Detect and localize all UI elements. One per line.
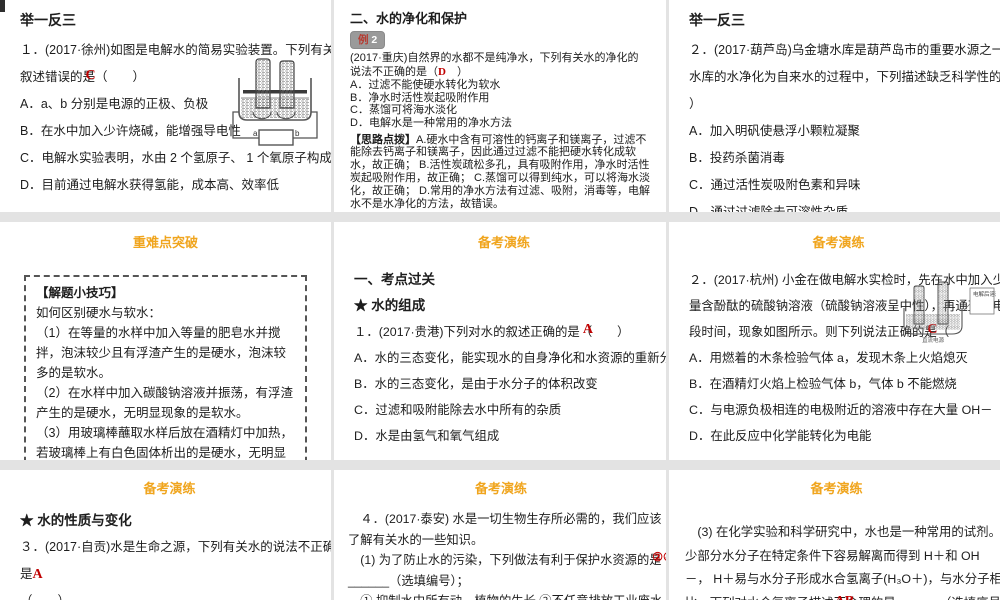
- electrolysis-apparatus-diagram: a b: [229, 52, 321, 153]
- analysis-paragraph: 【思路点拨】A.硬水中含有可溶性的钙离子和镁离子，过滤不能除去钙离子和镁离子，因…: [350, 133, 651, 211]
- panel1-heading: 举一反三: [20, 12, 76, 28]
- question-line: ３．(2017·自贡)水是生命之源，下列有关水的说法不正确的: [20, 540, 331, 554]
- slide-grid: 举一反三 １．(2017·徐州)如图是电解水的简易实验装置。下列有关 叙述错误的…: [0, 0, 1000, 600]
- tip-item: （3）用玻璃棒蘸取水样后放在酒精灯中加热，若玻璃棒上有白色固体析出的是硬水，无明…: [36, 426, 293, 460]
- panel9-content: (3) 在化学实验和科学研究中，水也是一种常用的试剂。极 少部分水分子在特定条件…: [685, 521, 1000, 600]
- slide-panel-1: 举一反三 １．(2017·徐州)如图是电解水的简易实验装置。下列有关 叙述错误的…: [0, 0, 331, 212]
- section-heading: 备考演练: [812, 235, 865, 250]
- tip-intro: 如何区别硬水与软水：: [36, 306, 162, 320]
- slide-panel-3: 举一反三 ２．(2017·葫芦岛)乌金塘水库是葫芦岛市的重要水源之一，将 水库的…: [669, 0, 1000, 212]
- question-line: ４．(2017·泰安) 水是一切生物生存所必需的，我们应该: [348, 512, 662, 526]
- question-line: ２．(2017·葫芦岛)乌金塘水库是葫芦岛市的重要水源之一，将: [689, 43, 1000, 57]
- option-c: C．蒸馏可将海水淡化: [350, 104, 457, 117]
- option-b: B．水的三态变化，是由于水分子的体积改变: [354, 377, 598, 391]
- question-line: ① 抑制水中所有动、植物的生长 ②不任意排放工业废水: [348, 591, 662, 600]
- question-line: 是A: [20, 567, 43, 582]
- question-line: 水库的水净化为自来水的过程中，下列描述缺乏科学性的是（D: [689, 70, 1000, 84]
- question-line: (3) 在化学实验和科学研究中，水也是一种常用的试剂。极: [685, 525, 1000, 539]
- analysis-label: 【思路点拨】: [350, 133, 416, 146]
- answer-mark: A: [582, 322, 593, 337]
- question-line: （ ）: [20, 588, 319, 600]
- slide-panel-7: 备考演练 ★ 水的性质与变化 ３．(2017·自贡)水是生命之源，下列有关水的说…: [0, 470, 331, 600]
- panel2-heading: 二、水的净化和保护: [350, 11, 468, 26]
- option-d: D．水是由氢气和氧气组成: [354, 429, 500, 443]
- option-c: C．过滤和吸附能除去水中所有的杂质: [354, 403, 562, 417]
- panel8-content: ４．(2017·泰安) 水是一切生物生存所必需的，我们应该 了解有关水的一些知识…: [348, 509, 666, 600]
- question-line: 少部分水分子在特定条件下容易解离而得到 H＋和 OH: [685, 548, 980, 563]
- option-c: C．通过活性炭吸附色素和异味: [689, 178, 861, 192]
- option-b: B．净水时活性炭起吸附作用: [350, 91, 490, 104]
- panel5-content: 一、考点过关 ★ 水的组成 １．(2017·贵港)下列对水的叙述正确的是（ A ）…: [354, 267, 666, 449]
- section-heading: 备考演练: [143, 481, 196, 496]
- example-badge: 例 2: [350, 31, 386, 49]
- slide-panel-4: 重难点突破 【解题小技巧】 如何区别硬水与软水： （1）在等量的水样中加入等量的…: [0, 222, 331, 460]
- slide-panel-9: 备考演练 (3) 在化学实验和科学研究中，水也是一种常用的试剂。极 少部分水分子…: [669, 470, 1000, 600]
- answer-mark: D: [438, 65, 446, 78]
- tip-item: （2）在水样中加入碳酸钠溶液并振荡，有浮渣产生的是硬水，无明显现象的是软水。: [36, 386, 293, 420]
- option-b: B．投药杀菌消毒: [689, 151, 785, 165]
- question-line: １．(2017·贵港)下列对水的叙述正确的是（ A ）: [354, 319, 654, 345]
- topic-title: ★ 水的组成: [354, 298, 426, 313]
- option-d: D．在此反应中化学能转化为电能: [689, 429, 872, 443]
- option-a: A．水的三态变化，能实现水的自身净化和水资源的重新分配: [354, 351, 666, 365]
- question-line: (2017·重庆)自然界的水都不是纯净水，下列有关水的净化的: [350, 52, 639, 64]
- slide-panel-6: 备考演练 ２．(2017·杭州) 小金在做电解水实检时，先在水中加入少 量含酚酞…: [669, 222, 1000, 460]
- question-line: 了解有关水的一些知识。: [348, 532, 484, 547]
- option-d: D．电解水是一种常用的净水方法: [350, 116, 512, 129]
- slide-panel-2: 二、水的净化和保护 例 2 (2017·重庆)自然界的水都不是纯净水，下列有关水…: [334, 0, 666, 212]
- question-line: ______（选填编号）；: [348, 573, 469, 588]
- answer-mark: A: [32, 567, 43, 582]
- tip-item: （1）在等量的水样中加入等量的肥皂水并搅拌，泡沫较少且有浮渣产生的是硬水，泡沫较…: [36, 326, 287, 380]
- tip-label: 【解题小技巧】: [36, 286, 124, 300]
- svg-text:b: b: [295, 129, 300, 138]
- svg-text:直流电源: 直流电源: [922, 336, 945, 344]
- option-b: B．在酒精灯火焰上检验气体 b，气体 b 不能燃烧: [689, 377, 957, 391]
- answer-mark: ②④: [652, 550, 666, 564]
- option-a: A．加入明矾使悬浮小颗粒凝聚: [689, 124, 860, 138]
- option-a: A．过滤不能使硬水转化为软水: [350, 79, 501, 92]
- question-line: (1) 为了防止水的污染，下列做法有利于保护水资源的是②④: [348, 550, 666, 571]
- option-d: D．目前通过电解水获得氢能，成本高、效率低: [20, 178, 280, 192]
- slide-panel-8: 备考演练 ４．(2017·泰安) 水是一切生物生存所必需的，我们应该 了解有关水…: [334, 470, 666, 600]
- section-heading: 备考演练: [477, 235, 530, 250]
- subsection-title: 一、考点过关: [354, 272, 435, 287]
- tip-box: 【解题小技巧】 如何区别硬水与软水： （1）在等量的水样中加入等量的肥皂水并搅拌…: [24, 275, 307, 460]
- section-heading: 备考演练: [474, 481, 527, 496]
- answer-mark: C: [85, 68, 96, 83]
- section-heading: 重难点突破: [132, 235, 198, 250]
- option-c: C．与电源负极相连的电极附近的溶液中存在大量 OH－: [689, 403, 993, 417]
- svg-text:a: a: [253, 129, 258, 138]
- slide-panel-5: 备考演练 一、考点过关 ★ 水的组成 １．(2017·贵港)下列对水的叙述正确的…: [334, 222, 666, 460]
- electrolysis-mini-diagram: 电解后溶液显红色 直流电源: [896, 280, 1000, 355]
- question-line: ）: [689, 97, 702, 111]
- section-heading: 备考演练: [810, 481, 863, 496]
- answer-mark: AB: [835, 590, 854, 600]
- option-d: D．通过过滤除去可溶性杂质: [689, 205, 849, 212]
- question-line: 比，下列对水合氢离子描述不合AB理的是 （选填序号）；: [685, 590, 1000, 600]
- question-line: 说法不正确的是（D ）: [350, 65, 468, 78]
- screen-corner-artifact: [0, 0, 5, 12]
- svg-text:电解后溶液显红色: 电解后溶液显红色: [973, 290, 996, 298]
- topic-title: ★ 水的性质与变化: [20, 513, 132, 528]
- question-line: －， H＋易与水分子形成水合氢离子(H₃O＋)，与水分子相: [685, 572, 1000, 586]
- panel7-content: ★ 水的性质与变化 ３．(2017·自贡)水是生命之源，下列有关水的说法不正确的…: [20, 507, 331, 600]
- panel3-heading: 举一反三: [689, 12, 745, 28]
